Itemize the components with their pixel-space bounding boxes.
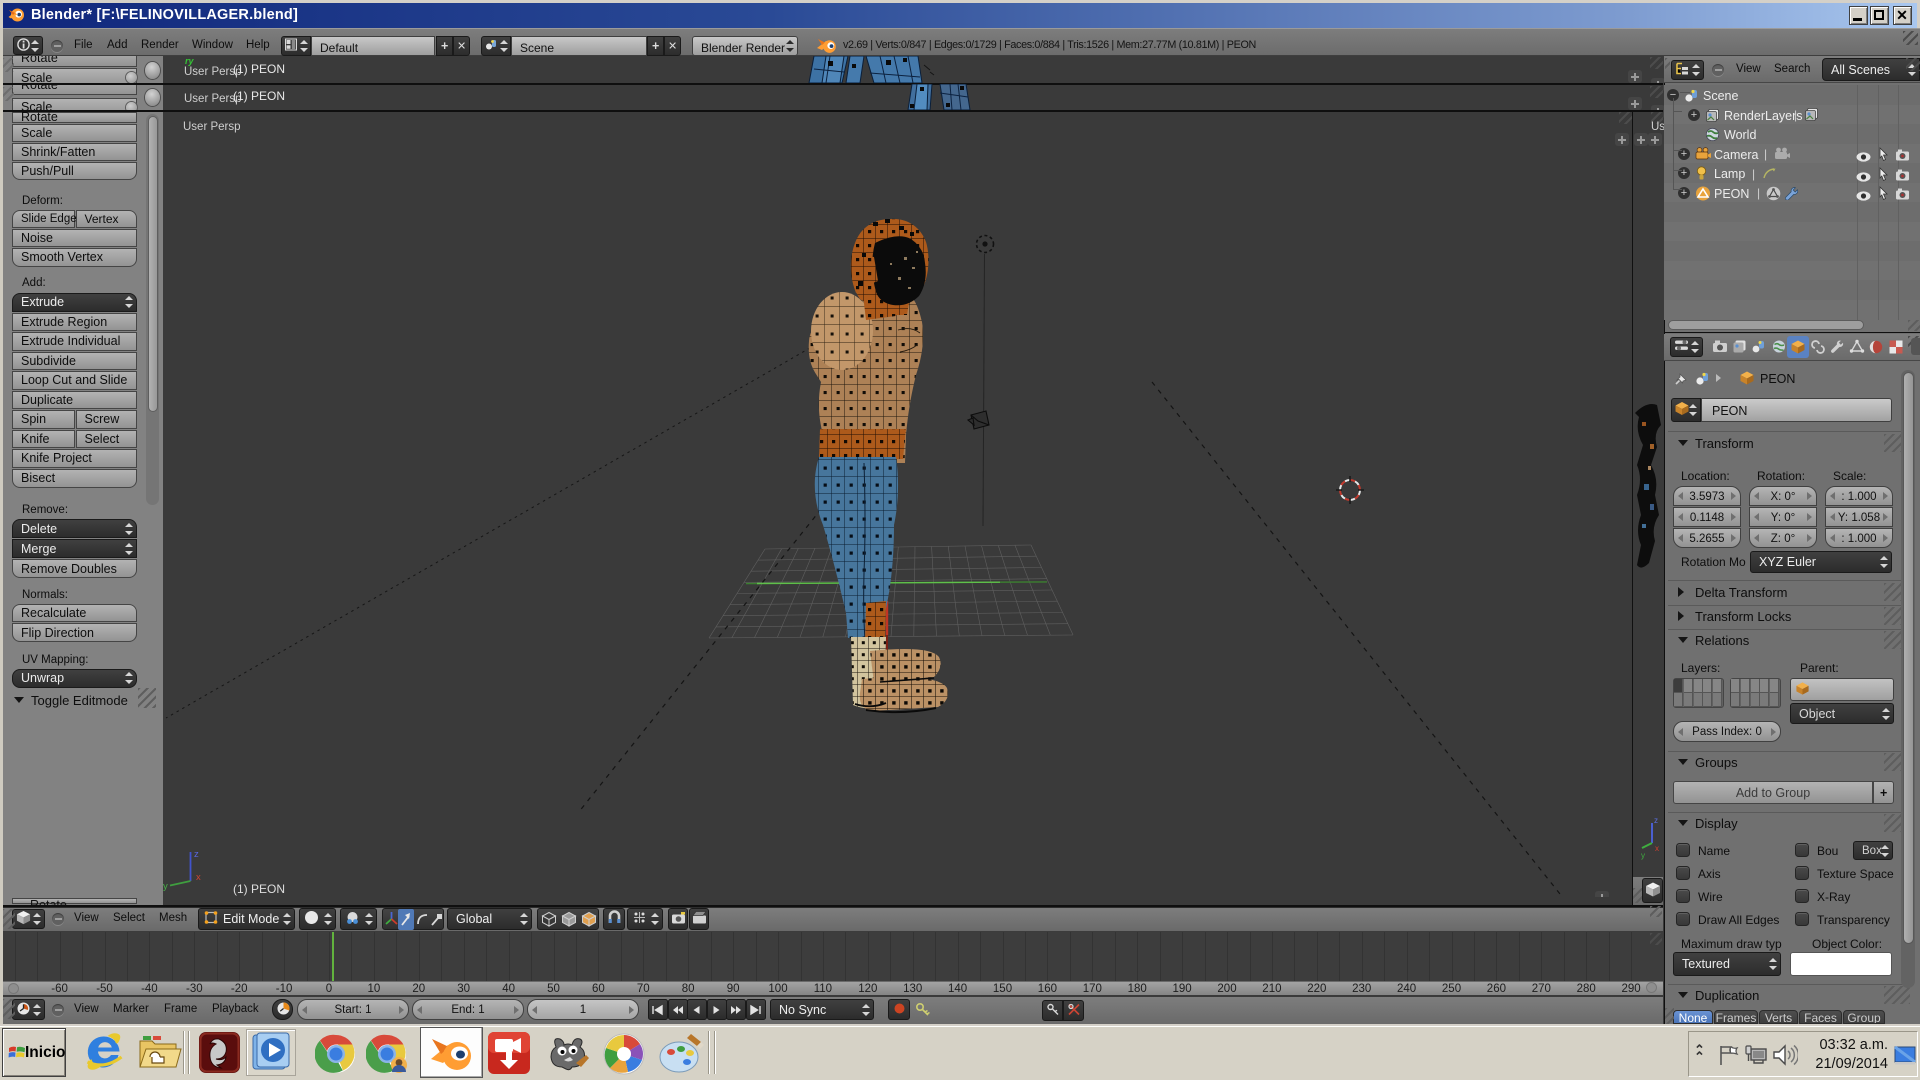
- svg-text:x: x: [1655, 844, 1659, 853]
- svg-text:y: y: [1641, 851, 1645, 860]
- svg-text:x: x: [196, 872, 201, 883]
- svg-text:y: y: [163, 881, 168, 892]
- svg-text:z: z: [1654, 816, 1658, 825]
- svg-text:z: z: [194, 849, 199, 860]
